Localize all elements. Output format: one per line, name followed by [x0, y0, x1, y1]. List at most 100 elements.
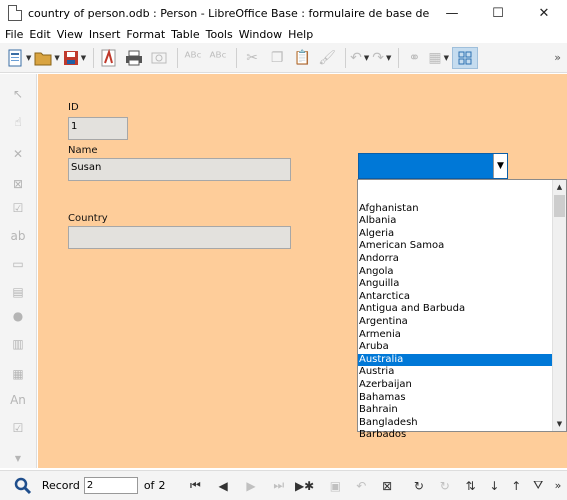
- menu-edit[interactable]: Edit: [26, 28, 53, 41]
- filter-icon: ⛛: [533, 478, 544, 492]
- country-dropdown-list[interactable]: Afghanistan Albania Algeria American Sam…: [357, 179, 567, 440]
- clone-formatting-button[interactable]: 🖌: [316, 47, 338, 69]
- list-item[interactable]: Antigua and Barbuda: [358, 303, 553, 316]
- chevron-down-icon[interactable]: ▼: [54, 54, 59, 62]
- checkbox-tool-button[interactable]: ☑: [8, 198, 28, 218]
- print-preview-button[interactable]: [148, 47, 170, 69]
- country-field[interactable]: [68, 226, 291, 249]
- new-record-icon: ▶✱: [294, 478, 315, 493]
- list-item[interactable]: Armenia: [358, 329, 553, 342]
- name-field[interactable]: Susan: [68, 158, 291, 181]
- chevron-down-icon[interactable]: ▼: [364, 54, 369, 62]
- maximize-button[interactable]: ☐: [475, 0, 521, 26]
- hyperlink-button[interactable]: ⚭: [403, 47, 425, 69]
- chevron-down-icon[interactable]: ▼: [81, 54, 86, 62]
- next-record-button[interactable]: ▶: [237, 475, 265, 497]
- list-item[interactable]: Australia: [358, 353, 553, 367]
- list-item[interactable]: Antarctica: [358, 291, 553, 304]
- chevron-down-icon[interactable]: ▼: [444, 54, 449, 62]
- chevron-down-icon[interactable]: ▼: [26, 54, 31, 62]
- list-item[interactable]: Algeria: [358, 228, 553, 241]
- id-field[interactable]: 1: [68, 117, 128, 140]
- refresh-button[interactable]: ↻: [406, 475, 432, 497]
- refresh-control-button[interactable]: ↻: [432, 475, 458, 497]
- close-button[interactable]: ✕: [521, 0, 567, 26]
- export-pdf-button[interactable]: [98, 47, 120, 69]
- scroll-down-button[interactable]: ▼: [553, 417, 566, 431]
- combo-dropdown-button[interactable]: ▼: [493, 154, 507, 178]
- minimize-button[interactable]: —: [429, 0, 475, 26]
- chevron-down-icon[interactable]: ▼: [386, 54, 391, 62]
- insert-table-button[interactable]: ▦ ▼: [428, 47, 449, 69]
- new-document-button[interactable]: ▼: [8, 47, 31, 69]
- design-mode-button[interactable]: [452, 46, 479, 69]
- cut-button[interactable]: ✂: [241, 47, 263, 69]
- list-item[interactable]: Bahrain: [358, 404, 553, 417]
- menu-window[interactable]: Window: [236, 28, 285, 41]
- sort-ascending-button[interactable]: ↓: [484, 475, 506, 497]
- list-item[interactable]: Bangladesh: [358, 417, 553, 430]
- sort-descending-button[interactable]: ↑: [505, 475, 527, 497]
- list-box-tool-button[interactable]: ▤: [8, 282, 28, 302]
- list-item[interactable]: Anguilla: [358, 278, 553, 291]
- delete-record-button[interactable]: ⊠: [374, 475, 400, 497]
- push-button-tool-button[interactable]: ▦: [8, 364, 28, 384]
- text-box-tool-button[interactable]: ab: [8, 226, 28, 246]
- menu-tools[interactable]: Tools: [203, 28, 236, 41]
- print-button[interactable]: [123, 47, 145, 69]
- list-item[interactable]: Bahamas: [358, 392, 553, 405]
- undo-button[interactable]: ↶ ▼: [350, 47, 369, 69]
- toolbar-overflow-button[interactable]: »: [554, 47, 561, 69]
- undo-record-button[interactable]: ↶: [348, 475, 374, 497]
- list-item[interactable]: Afghanistan: [358, 203, 553, 216]
- save-record-button[interactable]: ▣: [323, 475, 349, 497]
- filter-button[interactable]: ⛛: [527, 475, 549, 497]
- copy-button[interactable]: ❐: [266, 47, 288, 69]
- find-record-button[interactable]: [8, 475, 38, 497]
- sort-button[interactable]: ⇅: [458, 475, 484, 497]
- menu-format[interactable]: Format: [123, 28, 168, 41]
- open-button[interactable]: ▼: [34, 47, 60, 69]
- spelling-button[interactable]: ᴬᴮᶜ: [182, 47, 204, 69]
- list-item[interactable]: Angola: [358, 266, 553, 279]
- record-number-input[interactable]: [83, 477, 138, 494]
- list-item[interactable]: Austria: [358, 366, 553, 379]
- menu-view[interactable]: View: [54, 28, 86, 41]
- first-record-button[interactable]: ⏮: [181, 475, 209, 497]
- form-properties-button[interactable]: ⊠: [8, 174, 28, 194]
- country-combo-box[interactable]: ▼: [358, 153, 508, 179]
- dropdown-scrollbar[interactable]: ▲ ▼: [552, 180, 566, 431]
- previous-record-button[interactable]: ◀: [209, 475, 237, 497]
- scroll-up-button[interactable]: ▲: [553, 180, 566, 194]
- navbar-overflow-button[interactable]: »: [549, 475, 567, 497]
- new-record-button[interactable]: ▶✱: [293, 475, 317, 497]
- menu-insert[interactable]: Insert: [86, 28, 124, 41]
- design-mode-toggle[interactable]: ☝: [8, 112, 28, 132]
- list-item[interactable]: American Samoa: [358, 240, 553, 253]
- list-item[interactable]: Azerbaijan: [358, 379, 553, 392]
- paste-button[interactable]: 📋: [291, 47, 313, 69]
- copy-icon: ❐: [270, 49, 284, 66]
- select-tool-button[interactable]: ↖: [8, 84, 28, 104]
- auto-spellcheck-button[interactable]: ᴬᴮᶜ: [207, 47, 229, 69]
- list-item[interactable]: [358, 190, 553, 203]
- option-button-tool-button[interactable]: ●: [8, 306, 28, 326]
- list-item[interactable]: Andorra: [358, 253, 553, 266]
- menu-file[interactable]: File: [2, 28, 26, 41]
- list-item[interactable]: Albania: [358, 215, 553, 228]
- control-properties-button[interactable]: ✕: [8, 144, 28, 164]
- list-item[interactable]: Aruba: [358, 341, 553, 354]
- menu-help[interactable]: Help: [285, 28, 316, 41]
- redo-button[interactable]: ↷ ▼: [372, 47, 391, 69]
- list-item[interactable]: Argentina: [358, 316, 553, 329]
- last-record-button[interactable]: ⏭: [265, 475, 293, 497]
- combo-box-tool-button[interactable]: ▥: [8, 334, 28, 354]
- menu-table[interactable]: Table: [168, 28, 202, 41]
- group-box-tool-button[interactable]: ☑: [8, 418, 28, 438]
- more-controls-button[interactable]: ▼: [8, 452, 28, 464]
- scrollbar-thumb[interactable]: [554, 195, 565, 217]
- list-item[interactable]: Barbados: [358, 429, 553, 442]
- label-tool-button[interactable]: An: [8, 390, 28, 410]
- formatted-field-tool-button[interactable]: ▭: [8, 254, 28, 274]
- save-button[interactable]: ▼: [63, 47, 86, 69]
